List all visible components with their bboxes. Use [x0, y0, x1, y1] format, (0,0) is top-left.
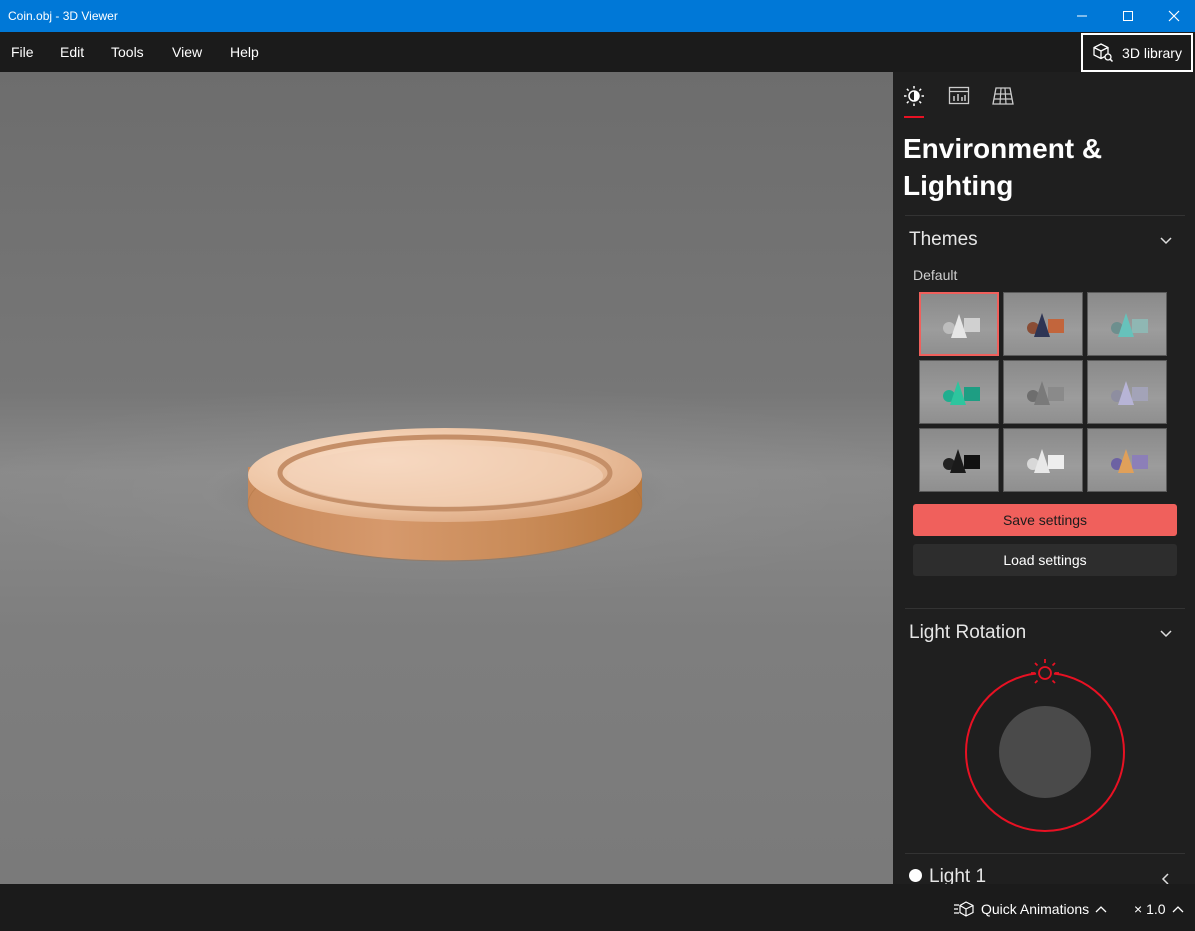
menu-file[interactable]: File: [11, 44, 34, 60]
maximize-icon: [1123, 11, 1133, 21]
maximize-button[interactable]: [1105, 0, 1151, 32]
grid-icon: [992, 87, 1014, 105]
3d-library-label: 3D library: [1122, 44, 1182, 61]
divider: [905, 853, 1185, 854]
3d-viewport[interactable]: [0, 72, 893, 884]
speed-button[interactable]: × 1.0: [1134, 901, 1184, 917]
divider: [905, 215, 1185, 216]
window-title: Coin.obj - 3D Viewer: [8, 9, 118, 23]
chevron-up-icon: [1172, 906, 1183, 913]
tab-stats[interactable]: [947, 84, 971, 108]
theme-thumb-3[interactable]: [1087, 292, 1167, 356]
menu-view[interactable]: View: [172, 44, 202, 60]
3d-library-button[interactable]: 3D library: [1081, 33, 1193, 72]
menu-help[interactable]: Help: [230, 44, 259, 60]
light-rotation-dial[interactable]: [963, 654, 1127, 834]
divider: [905, 608, 1185, 609]
quick-animations-button[interactable]: Quick Animations: [953, 901, 1107, 917]
active-tab-indicator: [904, 116, 924, 118]
minimize-button[interactable]: [1059, 0, 1105, 32]
close-icon: [1168, 10, 1180, 22]
speed-value: × 1.0: [1134, 901, 1166, 917]
environment-panel: Environment & Lighting Themes Default Sa…: [893, 72, 1195, 884]
quick-animations-label: Quick Animations: [981, 901, 1090, 917]
chevron-down-icon[interactable]: [1159, 236, 1173, 246]
status-bar: Quick Animations × 1.0: [0, 884, 1195, 931]
menu-bar: File Edit Tools View Help: [0, 32, 1195, 72]
themes-title[interactable]: Themes: [909, 229, 978, 251]
save-settings-button[interactable]: Save settings: [913, 504, 1177, 536]
cube-search-icon: [1093, 42, 1114, 62]
tab-grid[interactable]: [991, 84, 1015, 108]
theme-thumb-7[interactable]: [919, 428, 999, 492]
theme-thumb-5[interactable]: [1003, 360, 1083, 424]
menu-tools[interactable]: Tools: [111, 44, 144, 60]
load-settings-button[interactable]: Load settings: [913, 544, 1177, 576]
theme-thumb-9[interactable]: [1087, 428, 1167, 492]
theme-thumb-1[interactable]: [919, 292, 999, 356]
sun-handle-icon[interactable]: [1031, 659, 1059, 684]
current-theme-label: Default: [913, 267, 958, 283]
theme-thumb-4[interactable]: [919, 360, 999, 424]
light-1-label[interactable]: Light 1: [929, 866, 986, 884]
chevron-left-icon[interactable]: [1161, 872, 1171, 884]
light-rotation-title[interactable]: Light Rotation: [909, 622, 1026, 644]
minimize-icon: [1077, 15, 1087, 17]
close-button[interactable]: [1151, 0, 1195, 32]
theme-thumb-8[interactable]: [1003, 428, 1083, 492]
tab-environment[interactable]: [902, 84, 926, 108]
coin-model[interactable]: [0, 72, 893, 884]
sun-icon: [904, 86, 924, 106]
chevron-down-icon[interactable]: [1159, 629, 1173, 639]
theme-thumb-6[interactable]: [1087, 360, 1167, 424]
panel-heading: Environment & Lighting: [903, 133, 1103, 201]
stats-icon: [948, 86, 970, 105]
menu-edit[interactable]: Edit: [60, 44, 84, 60]
theme-thumb-2[interactable]: [1003, 292, 1083, 356]
title-bar: Coin.obj - 3D Viewer: [0, 0, 1195, 32]
light-1-color-dot[interactable]: [909, 869, 922, 882]
chevron-up-icon: [1095, 906, 1107, 913]
animation-icon: [954, 901, 974, 917]
